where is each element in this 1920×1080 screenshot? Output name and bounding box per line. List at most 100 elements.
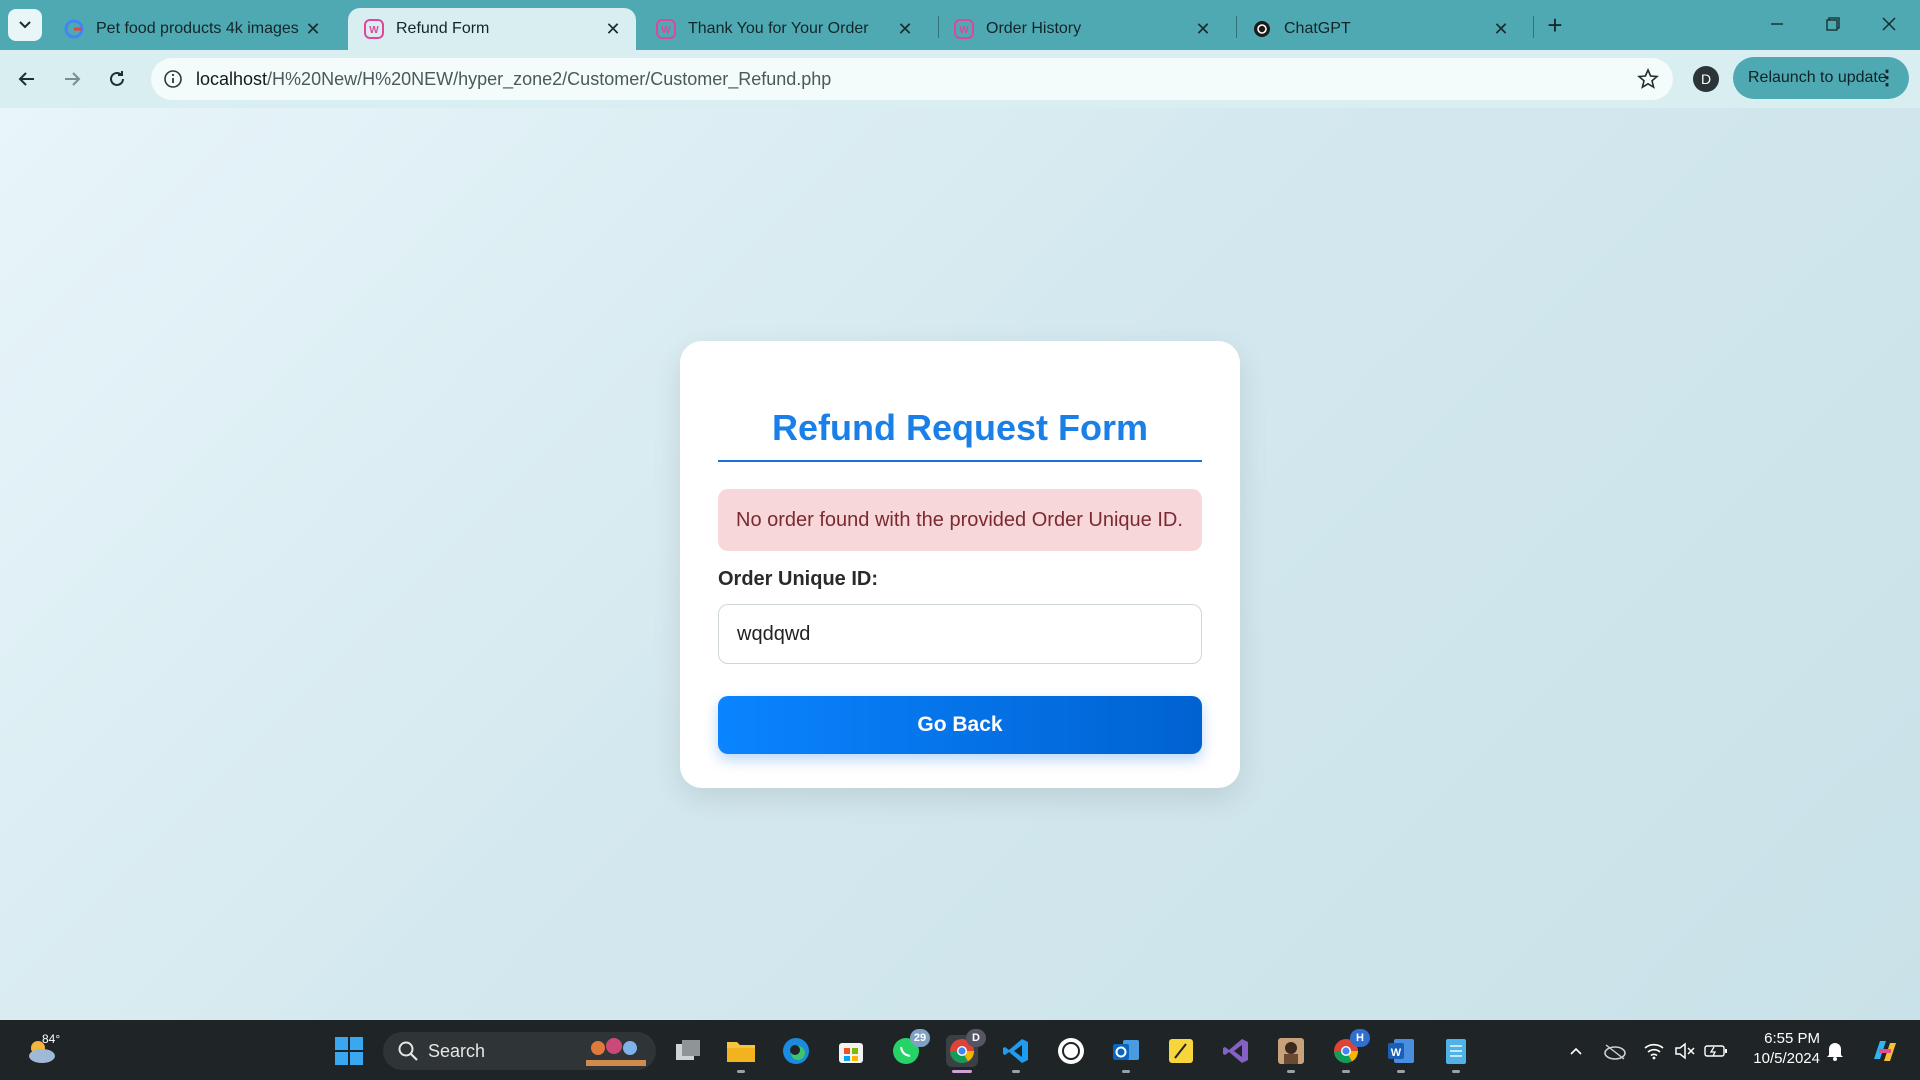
chatgpt-icon [1252,19,1272,39]
chrome-profile-icon[interactable]: H [1330,1029,1370,1067]
wifi-icon[interactable] [1641,1038,1667,1064]
weather-widget[interactable]: 84° [24,1032,64,1068]
running-indicator [952,1070,972,1073]
title-divider [718,460,1202,462]
reload-icon [110,71,124,86]
close-window-button[interactable] [1866,6,1912,42]
vscode-icon[interactable] [1000,1035,1032,1067]
wamp-icon: W [364,19,384,39]
running-indicator [1342,1070,1350,1073]
microsoft-store-icon[interactable] [835,1035,867,1067]
tab-pet-food[interactable]: Pet food products 4k images - ( ✕ [48,8,336,50]
whatsapp-icon[interactable]: 29 [890,1029,930,1067]
profile-avatar[interactable]: D [1693,66,1719,92]
more-menu-icon[interactable]: ⋮ [1877,65,1897,90]
weather-temp: 84° [42,1032,61,1046]
chrome-icon[interactable]: D [946,1029,986,1067]
order-id-input[interactable] [718,604,1202,664]
site-info-icon[interactable] [161,67,185,91]
chevron-down-icon [19,21,31,29]
system-clock[interactable]: 6:55 PM 10/5/2024 [1744,1029,1820,1069]
arrow-left-icon [18,72,34,86]
notification-bell-icon[interactable] [1822,1038,1848,1064]
restore-button[interactable] [1810,6,1856,42]
relaunch-button[interactable]: Relaunch to update ⋮ [1733,57,1909,99]
volume-muted-icon[interactable] [1672,1038,1698,1064]
close-icon[interactable]: ✕ [302,18,324,40]
google-icon [64,19,84,39]
tab-order-history[interactable]: W Order History ✕ [938,8,1226,50]
restore-icon [1826,17,1840,31]
file-explorer-icon[interactable] [725,1035,757,1067]
chevron-up-icon[interactable] [1563,1038,1589,1064]
go-back-button[interactable]: Go Back [718,696,1202,754]
close-icon [1882,17,1896,31]
arrow-right-icon [65,72,81,86]
clock-date: 10/5/2024 [1753,1050,1820,1067]
page-background: Refund Request Form No order found with … [0,108,1920,1020]
close-icon[interactable]: ✕ [1490,18,1512,40]
task-view-icon[interactable] [672,1035,704,1067]
windows-logo-icon [335,1037,363,1065]
close-icon[interactable]: ✕ [602,18,624,40]
running-indicator [1397,1070,1405,1073]
word-icon[interactable]: W [1385,1035,1417,1067]
form-title: Refund Request Form [771,407,1148,448]
edge-icon[interactable] [780,1035,812,1067]
tab-title: Order History [986,20,1082,37]
notification-badge: 29 [910,1029,930,1047]
taskbar-search[interactable]: Search [383,1032,656,1070]
svg-text:W: W [661,25,671,36]
windows-start-button[interactable] [333,1035,365,1067]
search-icon [398,1041,418,1061]
wamp-icon: W [656,19,676,39]
order-id-label: Order Unique ID: [718,568,879,590]
battery-icon[interactable] [1703,1038,1729,1064]
running-indicator [1012,1070,1020,1073]
tab-separator [1533,16,1534,38]
tab-title: ChatGPT [1284,20,1351,37]
running-indicator [1287,1070,1295,1073]
close-icon[interactable]: ✕ [894,18,916,40]
url-text[interactable]: localhost/H%20New/H%20NEW/hyper_zone2/Cu… [196,69,831,90]
tab-thank-you[interactable]: W Thank You for Your Order ✕ [640,8,928,50]
onedrive-icon[interactable] [1602,1038,1628,1064]
copilot-icon[interactable] [1868,1038,1902,1064]
profile-badge: D [966,1029,986,1047]
address-bar[interactable]: localhost/H%20New/H%20NEW/hyper_zone2/Cu… [151,58,1673,100]
close-icon[interactable]: ✕ [1192,18,1214,40]
svg-text:W: W [369,25,379,36]
sticky-notes-icon[interactable] [1165,1035,1197,1067]
profile-badge: H [1350,1029,1370,1047]
new-tab-button[interactable]: + [1540,10,1570,40]
tab-search-button[interactable] [8,9,42,41]
visual-studio-icon[interactable] [1220,1035,1252,1067]
tab-title: Refund Form [396,20,490,37]
error-alert: No order found with the provided Order U… [718,489,1202,551]
tab-strip: Pet food products 4k images - ( ✕ W Refu… [0,0,1920,50]
url-host: localhost [196,69,268,89]
outlook-icon[interactable] [1110,1035,1142,1067]
wamp-icon: W [954,19,974,39]
tab-title: Thank You for Your Order [688,20,869,37]
tab-refund-form[interactable]: W Refund Form ✕ [348,8,636,50]
minimize-button[interactable] [1754,6,1800,42]
notepad-icon[interactable] [1440,1035,1472,1067]
whatsapp-web-icon[interactable] [1055,1035,1087,1067]
photo-app-icon[interactable] [1275,1035,1307,1067]
url-path: /H%20New/H%20NEW/hyper_zone2/Customer/Cu… [267,69,832,89]
minimize-icon [1771,23,1783,25]
running-indicator [1122,1070,1130,1073]
reload-button[interactable] [100,62,134,96]
svg-text:W: W [959,25,969,36]
running-indicator [1452,1070,1460,1073]
tab-chatgpt[interactable]: ChatGPT ✕ [1236,8,1524,50]
search-placeholder: Search [428,1040,486,1061]
running-indicator [737,1070,745,1073]
clock-time: 6:55 PM [1764,1030,1820,1047]
back-button[interactable] [10,62,44,96]
refund-form-card: Refund Request Form No order found with … [680,341,1240,788]
balloons-icon [586,1038,646,1066]
bookmark-star-icon[interactable] [1635,66,1661,92]
forward-button[interactable] [55,62,89,96]
